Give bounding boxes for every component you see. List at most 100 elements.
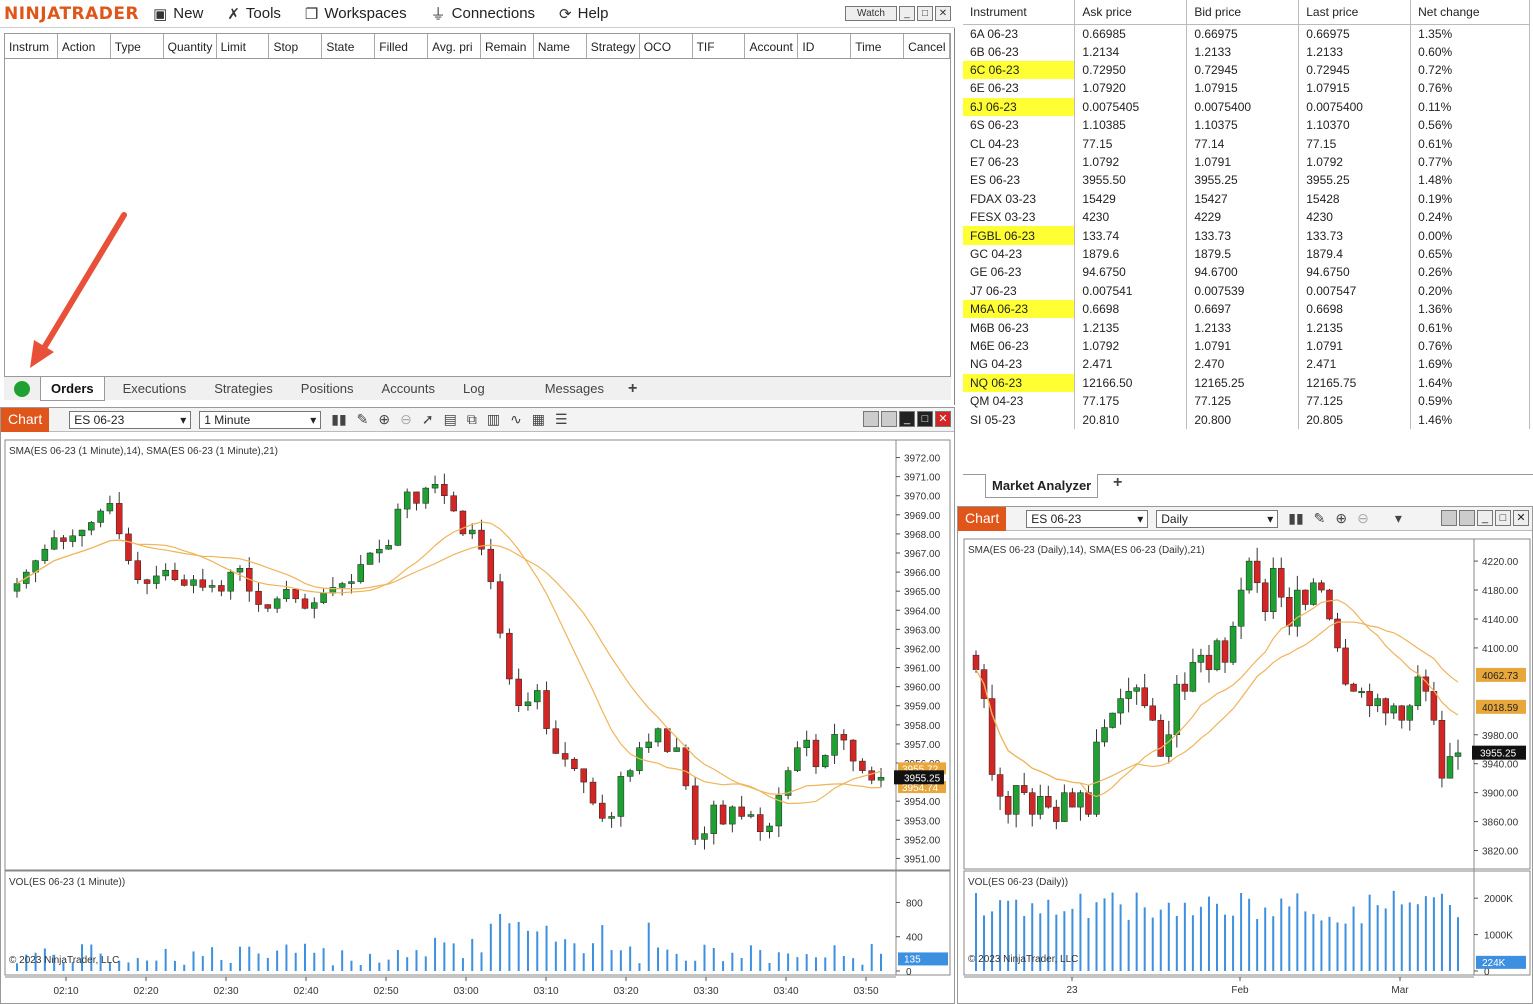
orders-column-header[interactable]: Strategy: [587, 34, 640, 58]
orders-column-header[interactable]: Action: [58, 34, 111, 58]
orders-column-header[interactable]: Account: [745, 34, 799, 58]
instrument-select[interactable]: ES 06-23 ▾: [69, 410, 192, 429]
orders-column-header[interactable]: Type: [111, 34, 164, 58]
tile-button[interactable]: [1441, 510, 1457, 526]
tile-button-2[interactable]: [1459, 510, 1475, 526]
market-analyzer-column-header[interactable]: Ask price: [1074, 0, 1188, 25]
properties-icon[interactable]: ▦: [532, 411, 545, 428]
table-row[interactable]: 6J 06-23 0.0075405 0.0075400 0.0075400 0.11%: [963, 97, 1530, 117]
tab-positions[interactable]: Positions: [291, 377, 364, 400]
orders-column-header[interactable]: TIF: [693, 34, 746, 58]
zoom-in-icon[interactable]: ⊕: [1335, 510, 1347, 527]
tab-log[interactable]: Log: [453, 377, 495, 400]
orders-column-header[interactable]: Stop: [269, 34, 323, 58]
instrument-select[interactable]: ES 06-23 ▾: [1026, 509, 1149, 528]
table-row[interactable]: 6E 06-23 1.07920 1.07915 1.07915 0.76%: [963, 79, 1530, 98]
table-row[interactable]: NQ 06-23 12166.50 12165.25 12165.75 1.64%: [963, 373, 1530, 392]
table-row[interactable]: GE 06-23 94.6750 94.6700 94.6750 0.26%: [963, 263, 1530, 282]
candle: [106, 503, 114, 512]
indicators-icon[interactable]: ▥: [487, 411, 500, 428]
list-icon[interactable]: ☰: [555, 411, 568, 428]
overflow-menu-icon[interactable]: ▾: [1395, 510, 1402, 527]
market-analyzer-column-header[interactable]: Bid price: [1186, 0, 1300, 25]
orders-column-header[interactable]: Avg. pri: [428, 34, 482, 58]
daily-chart-canvas[interactable]: 4220.00 4180.00 4140.00 4100.00 3980.00 3940.…: [958, 535, 1532, 1003]
add-tab-icon[interactable]: +: [1113, 474, 1122, 492]
table-row[interactable]: FESX 03-23 4230 4229 4230 0.24%: [963, 208, 1530, 227]
bar-style-icon[interactable]: ▮▮: [331, 411, 346, 428]
close-button[interactable]: ✕: [935, 6, 951, 21]
watch-button[interactable]: Watch: [845, 6, 897, 21]
zoom-out-icon[interactable]: ⊖: [1357, 510, 1369, 527]
table-row[interactable]: 6S 06-23 1.10385 1.10375 1.10370 0.56%: [963, 116, 1530, 135]
orders-column-header[interactable]: Name: [534, 34, 587, 58]
table-row[interactable]: M6E 06-23 1.0792 1.0791 1.0791 0.76%: [963, 336, 1530, 356]
table-row[interactable]: ES 06-23 3955.50 3955.25 3955.25 1.48%: [963, 171, 1530, 190]
tab-strategies[interactable]: Strategies: [204, 377, 283, 400]
close-button[interactable]: ✕: [935, 411, 951, 427]
add-tab-icon[interactable]: +: [628, 380, 637, 398]
zoom-in-icon[interactable]: ⊕: [378, 411, 390, 428]
market-analyzer-column-header[interactable]: Net change: [1410, 0, 1530, 25]
minimize-button[interactable]: _: [899, 411, 915, 427]
table-row[interactable]: E7 06-23 1.0792 1.0791 1.0792 0.77%: [963, 152, 1530, 172]
minimize-button[interactable]: _: [1477, 510, 1493, 526]
tile-button[interactable]: [863, 411, 879, 427]
menu-tools[interactable]: ✗ Tools: [227, 5, 281, 23]
orders-column-header[interactable]: Remain: [481, 34, 534, 58]
chart-tab[interactable]: Chart: [1, 407, 50, 432]
market-analyzer-column-header[interactable]: Last price: [1298, 0, 1412, 25]
drawing-tool-icon[interactable]: ✎: [1314, 510, 1326, 527]
maximize-button[interactable]: □: [917, 411, 933, 427]
table-row[interactable]: 6C 06-23 0.72950 0.72945 0.72945 0.72%: [963, 60, 1530, 80]
orders-column-header[interactable]: Quantity: [164, 34, 217, 58]
orders-column-header[interactable]: Cancel: [904, 34, 951, 58]
interval-select[interactable]: 1 Minute ▾: [199, 410, 322, 429]
tab-executions[interactable]: Executions: [113, 377, 197, 400]
strategies-icon[interactable]: ∿: [510, 411, 522, 428]
menu-new[interactable]: ▣ New: [153, 5, 203, 23]
table-row[interactable]: NG 04-23 2.471 2.470 2.471 1.69%: [963, 355, 1530, 374]
pointer-icon[interactable]: ➚: [422, 411, 434, 428]
table-row[interactable]: 6A 06-23 0.66985 0.66975 0.66975 1.35%: [963, 24, 1530, 43]
minute-chart-canvas[interactable]: 3972.00 3971.00 3970.00 3969.00 3968.00 3967.…: [1, 436, 954, 1003]
table-row[interactable]: 6B 06-23 1.2134 1.2133 1.2133 0.60%: [963, 42, 1530, 61]
orders-column-header[interactable]: State: [322, 34, 376, 58]
candle: [988, 698, 996, 775]
close-button[interactable]: ✕: [1513, 510, 1529, 526]
table-row[interactable]: FGBL 06-23 133.74 133.73 133.73 0.00%: [963, 226, 1530, 245]
bar-style-icon[interactable]: ▮▮: [1288, 510, 1303, 527]
orders-column-header[interactable]: Limit: [217, 34, 270, 58]
table-row[interactable]: CL 04-23 77.15 77.14 77.15 0.61%: [963, 134, 1530, 153]
menu-connections[interactable]: ⏚ Connections: [431, 3, 535, 24]
tab-orders[interactable]: Orders: [40, 376, 105, 401]
table-row[interactable]: M6A 06-23 0.6698 0.6697 0.6698 1.36%: [963, 299, 1530, 319]
menu-help[interactable]: ⟳ Help: [559, 5, 608, 23]
tab-messages[interactable]: Messages: [535, 377, 614, 400]
orders-column-header[interactable]: OCO: [640, 34, 693, 58]
orders-column-header[interactable]: Filled: [375, 34, 429, 58]
table-row[interactable]: FDAX 03-23 15429 15427 15428 0.19%: [963, 189, 1530, 209]
orders-column-header[interactable]: ID: [798, 34, 852, 58]
table-row[interactable]: GC 04-23 1879.6 1879.5 1879.4 0.65%: [963, 244, 1530, 264]
table-row[interactable]: SI 05-23 20.810 20.800 20.805 1.46%: [963, 410, 1530, 429]
tab-market-analyzer[interactable]: Market Analyzer: [985, 474, 1099, 498]
maximize-button[interactable]: □: [917, 6, 933, 21]
tile-button-2[interactable]: [881, 411, 897, 427]
interval-select[interactable]: Daily ▾: [1156, 509, 1279, 528]
data-box-icon[interactable]: ▤: [444, 411, 457, 428]
table-row[interactable]: J7 06-23 0.007541 0.007539 0.007547 0.20%: [963, 281, 1530, 300]
orders-column-header[interactable]: Instrum: [5, 34, 58, 58]
market-analyzer-column-header[interactable]: Instrument: [963, 0, 1076, 25]
table-row[interactable]: QM 04-23 77.175 77.125 77.125 0.59%: [963, 391, 1530, 411]
chart-tab[interactable]: Chart: [958, 506, 1007, 531]
tab-accounts[interactable]: Accounts: [372, 377, 445, 400]
drawing-tool-icon[interactable]: ✎: [357, 411, 369, 428]
table-row[interactable]: M6B 06-23 1.2135 1.2133 1.2135 0.61%: [963, 318, 1530, 337]
zoom-out-icon[interactable]: ⊖: [400, 411, 412, 428]
orders-column-header[interactable]: Time: [851, 34, 905, 58]
minimize-button[interactable]: _: [899, 6, 915, 21]
templates-icon[interactable]: ⧉: [467, 411, 477, 428]
menu-workspaces[interactable]: ❐ Workspaces: [305, 5, 407, 23]
maximize-button[interactable]: □: [1495, 510, 1511, 526]
